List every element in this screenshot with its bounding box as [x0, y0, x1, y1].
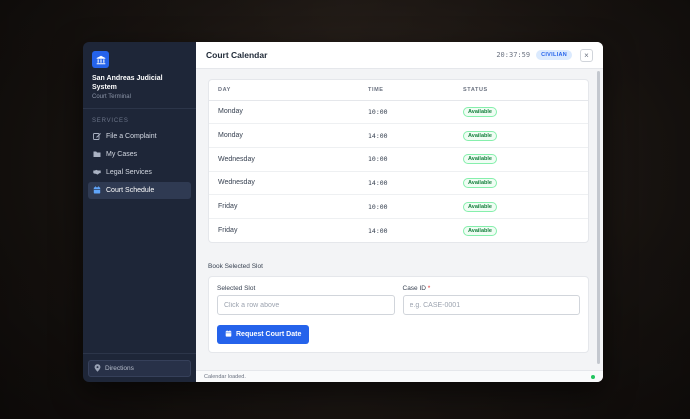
table-row[interactable]: Friday 10:00 Available [209, 194, 588, 219]
selected-slot-label: Selected Slot [217, 285, 256, 293]
table-row[interactable]: Wednesday 10:00 Available [209, 147, 588, 172]
cell-day: Friday [209, 194, 359, 219]
cell-day: Monday [209, 100, 359, 125]
status-badge: Available [463, 201, 497, 212]
page-title: Court Calendar [206, 50, 268, 60]
cell-status: Available [454, 147, 588, 172]
map-pin-icon [94, 363, 101, 374]
handshake-icon [93, 168, 101, 178]
sidebar-item-my-cases[interactable]: My Cases [88, 146, 191, 163]
directions-label: Directions [105, 365, 134, 372]
cell-time: 10:00 [359, 194, 454, 219]
brand: San Andreas Judicial System Court Termin… [83, 42, 196, 100]
close-icon: × [584, 50, 589, 60]
close-button[interactable]: × [580, 48, 593, 62]
directions-button[interactable]: Directions [88, 360, 191, 377]
sidebar-item-label: Court Schedule [106, 187, 155, 194]
status-badge: Available [463, 225, 497, 236]
sidebar-item-label: Legal Services [106, 169, 152, 176]
sidebar-item-file-complaint[interactable]: File a Complaint [88, 128, 191, 145]
status-badge: Available [463, 154, 497, 165]
sidebar-item-court-schedule[interactable]: Court Schedule [88, 182, 191, 199]
cell-time: 10:00 [359, 100, 454, 125]
column-header-status: STATUS [454, 80, 588, 101]
sidebar: San Andreas Judicial System Court Termin… [83, 42, 196, 382]
edit-icon [93, 132, 101, 142]
case-id-input[interactable] [402, 295, 580, 316]
table-header-row: DAY TIME STATUS [209, 80, 588, 101]
booking-section-title: Book Selected Slot [208, 263, 263, 271]
cell-day: Friday [218, 227, 238, 235]
services-section-label: SERVICES [92, 118, 129, 124]
sidebar-item-label: My Cases [106, 151, 138, 158]
selected-slot-field-group: Selected Slot [217, 285, 395, 316]
status-badge: Available [463, 177, 497, 188]
table-row[interactable]: Monday 10:00 Available [209, 100, 588, 125]
courthouse-icon [92, 51, 109, 68]
calendar-table-card: DAY TIME STATUS Monday 10:00 Available M… [208, 79, 589, 244]
table-row[interactable]: Friday 14:00 Available [209, 218, 588, 242]
content-scrollbar[interactable] [597, 71, 600, 364]
status-badge: Available [463, 130, 497, 141]
sidebar-item-label: File a Complaint [106, 133, 157, 140]
request-court-date-button[interactable]: Request Court Date [217, 325, 310, 345]
cell-time: 14:00 [359, 171, 454, 196]
case-id-label: Case ID * [403, 285, 581, 292]
status-text: Calendar loaded. [204, 373, 246, 380]
column-header-day: DAY [209, 80, 359, 101]
request-court-date-label: Request Court Date [236, 331, 302, 339]
required-mark: * [427, 285, 431, 293]
calendar-icon [93, 185, 101, 196]
cell-day: Wednesday [209, 147, 359, 172]
selected-slot-input[interactable] [217, 295, 395, 316]
table-row[interactable]: Wednesday 14:00 Available [209, 171, 588, 196]
cell-status: Available [454, 100, 588, 125]
folder-icon [93, 150, 101, 160]
clock: 20:37:59 [496, 51, 531, 59]
table-row[interactable]: Monday 14:00 Available [209, 123, 588, 148]
header: Court Calendar 20:37:59 CIVILIAN × [196, 42, 603, 69]
calendar-table: DAY TIME STATUS Monday 10:00 Available M… [209, 80, 588, 242]
booking-card: Selected Slot Case ID * Request Court Da… [208, 276, 589, 354]
brand-name: San Andreas Judicial System [92, 75, 163, 91]
main-panel: Court Calendar 20:37:59 CIVILIAN × DAY T… [196, 42, 603, 382]
court-terminal-window: San Andreas Judicial System Court Termin… [83, 42, 603, 382]
status-badge: Available [463, 106, 497, 117]
calendar-icon [225, 330, 232, 339]
sidebar-item-legal-services[interactable]: Legal Services [88, 164, 191, 181]
sidebar-footer: Directions [83, 353, 196, 382]
cell-day: Monday [209, 123, 359, 148]
column-header-time: TIME [359, 80, 454, 101]
cell-status: Available [454, 194, 588, 219]
cell-time: 14:00 [368, 226, 388, 235]
cell-status: Available [454, 123, 588, 148]
cell-time: 10:00 [359, 147, 454, 172]
cell-status: Available [454, 171, 588, 196]
brand-subtitle: Court Terminal [92, 94, 131, 100]
booking-fields: Selected Slot Case ID * [217, 285, 581, 316]
role-badge: CIVILIAN [536, 50, 572, 60]
case-id-label-text: Case ID [402, 285, 426, 293]
content-area: DAY TIME STATUS Monday 10:00 Available M… [196, 69, 603, 370]
cell-day: Wednesday [209, 171, 359, 196]
status-bar: Calendar loaded. [196, 370, 603, 382]
cell-time: 14:00 [359, 123, 454, 148]
case-id-field-group: Case ID * [402, 285, 581, 316]
connection-status-dot [591, 374, 595, 379]
cell-status: Available [454, 218, 588, 242]
